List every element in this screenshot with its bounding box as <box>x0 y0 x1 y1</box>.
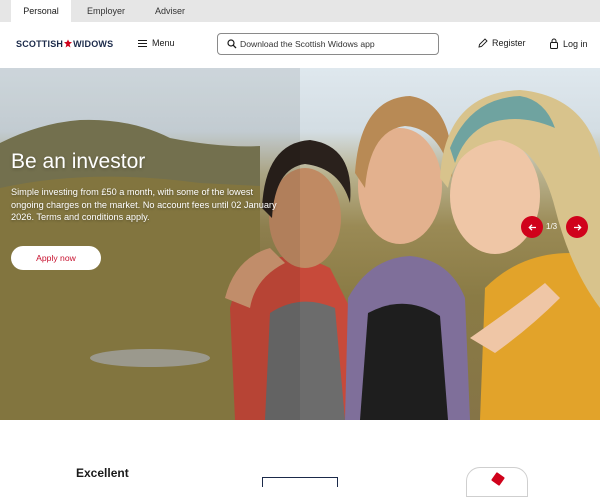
slide-indicator: 1/3 <box>546 222 558 231</box>
search-input[interactable] <box>240 34 430 54</box>
register-label: Register <box>492 38 526 48</box>
award-badge <box>466 467 528 497</box>
award-mark-icon <box>491 472 505 486</box>
audience-tab-bar: Personal Employer Adviser <box>0 0 600 22</box>
rating-label: Excellent <box>76 466 129 480</box>
scottish-widows-logo[interactable]: SCOTTISH WIDOWS <box>16 39 113 49</box>
apply-now-button[interactable]: Apply now <box>11 246 101 270</box>
pencil-icon <box>478 38 488 48</box>
search-box[interactable] <box>217 33 439 55</box>
hero-photo <box>0 68 600 420</box>
logo-text-right: WIDOWS <box>73 39 114 49</box>
tab-employer[interactable]: Employer <box>76 0 136 22</box>
carousel-next-button[interactable] <box>566 216 588 238</box>
logo-mark-icon <box>64 39 73 48</box>
search-icon <box>227 39 237 49</box>
carousel-prev-button[interactable] <box>521 216 543 238</box>
login-link[interactable]: Log in <box>549 38 588 49</box>
menu-label: Menu <box>152 38 175 48</box>
menu-button[interactable]: Menu <box>138 38 175 49</box>
menu-icon <box>138 38 147 48</box>
hero-title: Be an investor <box>11 150 146 173</box>
login-label: Log in <box>563 39 588 49</box>
site-header: SCOTTISH WIDOWS Menu Register Log in <box>0 22 600 69</box>
logo-text-left: SCOTTISH <box>16 39 64 49</box>
rating-widget <box>262 477 338 487</box>
arrow-right-icon <box>573 223 582 231</box>
hero-description: Simple investing from £50 a month, with … <box>11 187 277 223</box>
trust-strip: Excellent <box>0 420 600 497</box>
arrow-left-icon <box>527 223 536 231</box>
register-link[interactable]: Register <box>478 38 526 48</box>
tab-adviser[interactable]: Adviser <box>140 0 200 22</box>
tab-personal[interactable]: Personal <box>11 0 71 22</box>
hero-banner: Be an investor Simple investing from £50… <box>0 68 600 420</box>
lock-icon <box>550 38 558 49</box>
